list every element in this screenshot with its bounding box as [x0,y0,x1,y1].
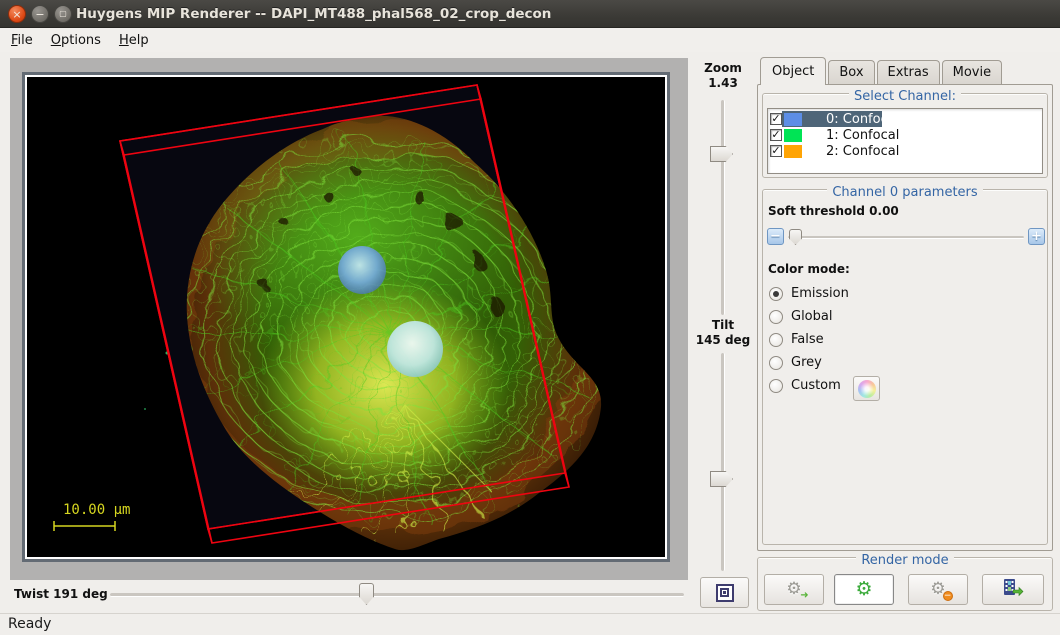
channel-row-0[interactable]: 0: Confocal [768,111,1042,127]
threshold-handle[interactable] [789,229,802,245]
zoom-slider-handle[interactable] [710,146,733,162]
tab-extras[interactable]: Extras [877,60,940,85]
window-title: Huygens MIP Renderer -- DAPI_MT488_phal5… [76,0,551,28]
render-mode-legend: Render mode [856,553,953,568]
twist-label: Twist 191 deg [14,587,108,601]
channel-row-1[interactable]: 1: Confocal [768,127,1042,143]
nucleus-2 [387,321,443,377]
menu-help[interactable]: Help [110,31,158,50]
channel-2-label: 2: Confocal [826,144,899,159]
view-slider-column: Zoom 1.43 Tilt 145 deg [690,58,756,580]
channel-0-checkbox[interactable] [770,113,782,125]
maximize-button[interactable]: ▢ [54,5,72,23]
gear-icon: ⚙ [855,580,872,599]
huygens-mip-renderer-window: × − ▢ Huygens MIP Renderer -- DAPI_MT488… [0,0,1060,635]
gear-stop-icon: ⚙− [930,581,945,598]
color-mode-grey[interactable]: Grey [769,355,822,370]
custom-color-button[interactable] [853,376,880,401]
channel-1-checkbox[interactable] [770,129,782,141]
tilt-label: Tilt [690,318,756,332]
tilt-slider[interactable] [721,353,725,571]
tab-movie[interactable]: Movie [942,60,1002,85]
radio-custom[interactable] [769,379,783,393]
select-channel-legend: Select Channel: [849,89,961,104]
movie-export-button[interactable] [982,574,1044,605]
channel-2-checkbox[interactable] [770,145,782,157]
channel-list[interactable]: 0: Confocal 1: Confocal 2: Confocal [767,108,1043,174]
zoom-value: 1.43 [690,76,756,90]
render-viewport: 10.00 µm [10,58,688,580]
gear-play-icon: ⚙➜ [786,581,801,598]
color-mode-custom[interactable]: Custom [769,378,841,393]
threshold-increase-button[interactable]: + [1028,228,1045,245]
minimize-button[interactable]: − [31,5,49,23]
color-mode-global[interactable]: Global [769,309,832,324]
channel-parameters-group: Channel 0 parameters Soft threshold 0.00… [762,189,1048,545]
channel-1-label: 1: Confocal [826,128,899,143]
select-channel-group: Select Channel: 0: Confocal 1: Confocal … [762,93,1048,178]
center-squares-icon [716,584,734,602]
status-bar: Ready [0,613,1060,635]
canvas-frame: 10.00 µm [22,72,670,562]
reset-view-button[interactable] [700,577,749,608]
movie-export-icon [1002,579,1024,601]
radio-grey[interactable] [769,356,783,370]
zoom-label: Zoom [690,61,756,75]
render-once-button[interactable]: ⚙ [834,574,894,605]
threshold-track[interactable] [788,236,1024,239]
tab-box[interactable]: Box [828,60,874,85]
channel-row-2[interactable]: 2: Confocal [768,143,1042,159]
channel-1-color-swatch [784,129,802,142]
color-wheel-icon [858,380,876,398]
soft-threshold-label: Soft threshold 0.00 [768,204,899,218]
channel-0-color-swatch [784,113,802,126]
svg-text:10.00 µm: 10.00 µm [63,502,130,518]
scale-bar: 10.00 µm [54,502,130,531]
tab-object[interactable]: Object [760,57,826,85]
title-bar[interactable]: × − ▢ Huygens MIP Renderer -- DAPI_MT488… [0,0,1060,28]
tilt-slider-handle[interactable] [710,471,733,487]
channel-2-color-swatch [784,145,802,158]
twist-slider[interactable] [110,593,684,597]
color-mode-false[interactable]: False [769,332,824,347]
menu-options[interactable]: Options [42,31,110,50]
twist-slider-handle[interactable] [359,583,374,605]
radio-false[interactable] [769,333,783,347]
status-text: Ready [8,616,51,632]
render-mode-group: Render mode ⚙➜ ⚙ ⚙− [757,557,1053,611]
close-button[interactable]: × [8,5,26,23]
tilt-value: 145 deg [690,333,756,347]
panel-tabs: Object Box Extras Movie [760,58,1004,85]
channel-params-legend: Channel 0 parameters [827,185,982,200]
radio-global[interactable] [769,310,783,324]
menu-file[interactable]: File [2,31,42,50]
zoom-slider[interactable] [721,100,725,315]
menu-bar: File Options Help [0,28,1060,52]
radio-emission[interactable] [769,287,783,301]
nucleus-1 [338,246,386,294]
render-continuous-button[interactable]: ⚙➜ [764,574,824,605]
channel-0-label: 0: Confocal [826,112,899,127]
mip-render-canvas[interactable]: 10.00 µm [27,77,665,557]
soft-threshold-slider: − + [767,228,1045,246]
threshold-decrease-button[interactable]: − [767,228,784,245]
render-stop-button[interactable]: ⚙− [908,574,968,605]
mip-scene: 10.00 µm [27,77,665,557]
color-mode-label: Color mode: [768,262,850,276]
color-mode-emission[interactable]: Emission [769,286,849,301]
